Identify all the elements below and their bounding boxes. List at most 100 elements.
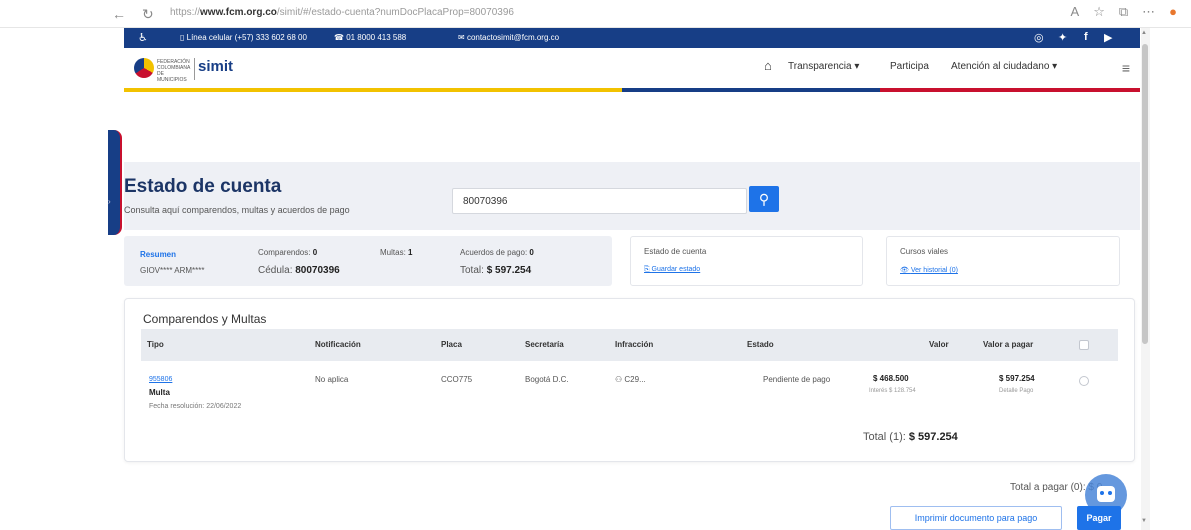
- scroll-up-icon[interactable]: ▲: [1141, 30, 1147, 36]
- browser-toolbar: ← ↻ https://www.fcm.org.co/simit/#/estad…: [0, 0, 1191, 28]
- estado-card: Estado de cuenta ⎘ Guardar estado: [630, 236, 863, 286]
- accessibility-icon[interactable]: ♿: [138, 31, 148, 44]
- table-total: Total (1): $ 597.254: [863, 431, 958, 443]
- th-estado[interactable]: Estado: [747, 340, 774, 349]
- phone-mobile[interactable]: ▯ Línea celular (+57) 333 602 68 00: [180, 33, 307, 42]
- scroll-down-icon[interactable]: ▼: [1141, 518, 1147, 524]
- ver-historial-link[interactable]: 👁 Ver historial (0): [900, 266, 958, 274]
- logo-text: FEDERACIÓN COLOMBIANA DE MUNICIPIOS: [157, 59, 191, 83]
- row-notificacion: No aplica: [315, 375, 349, 384]
- summary-name: GIOV**** ARM****: [140, 266, 205, 275]
- row-estado: Pendiente de pago: [763, 375, 831, 384]
- hero-section: Estado de cuenta Consulta aquí comparend…: [124, 162, 1140, 230]
- site-header: FEDERACIÓN COLOMBIANA DE MUNICIPIOS simi…: [124, 48, 1140, 90]
- chatbot-robot-icon: [1097, 486, 1115, 502]
- ver-historial-text: Ver historial (0): [910, 267, 958, 274]
- home-icon[interactable]: ⌂: [764, 58, 772, 73]
- cursos-card: Cursos viales 👁 Ver historial (0): [886, 236, 1120, 286]
- facebook-icon[interactable]: f: [1084, 31, 1088, 43]
- phone-landline[interactable]: ☎ 01 8000 413 588: [334, 33, 406, 42]
- browser-actions: A☆⧉⋯●: [1071, 4, 1177, 20]
- menu-atencion[interactable]: Atención al ciudadano ▾: [951, 61, 1057, 72]
- extension-icon[interactable]: ●: [1169, 4, 1177, 19]
- simit-brand[interactable]: simit: [198, 58, 233, 75]
- row-valor-pagar: $ 597.254: [999, 374, 1035, 383]
- search-button[interactable]: ⚲: [749, 186, 779, 212]
- estado-card-title: Estado de cuenta: [644, 247, 707, 256]
- email-link[interactable]: ✉ contactosimit@fcm.org.co: [458, 33, 559, 42]
- menu-transparencia[interactable]: Transparencia ▾: [788, 61, 859, 72]
- refresh-icon[interactable]: ↻: [142, 6, 154, 23]
- table-total-label: Total (1):: [863, 431, 906, 443]
- side-tab-arrow-icon: ›: [108, 197, 111, 206]
- flag-stripe-yellow: [124, 88, 622, 92]
- cedula-value: 80070396: [295, 265, 340, 276]
- page-subtitle: Consulta aquí comparendos, multas y acue…: [124, 205, 350, 215]
- row-checkbox[interactable]: [1079, 376, 1089, 386]
- collections-icon[interactable]: ⧉: [1119, 4, 1142, 19]
- row-infraccion[interactable]: ⚇ C29...: [615, 375, 646, 384]
- table-title: Comparendos y Multas: [143, 312, 267, 326]
- back-icon[interactable]: ←: [112, 6, 126, 22]
- row-infraccion-code: C29...: [624, 375, 646, 384]
- row-placa: CCO775: [441, 375, 473, 384]
- more-icon[interactable]: ⋯: [1142, 4, 1169, 19]
- page-title: Estado de cuenta: [124, 176, 282, 197]
- th-valor[interactable]: Valor: [929, 340, 949, 349]
- youtube-icon[interactable]: ▶: [1104, 31, 1112, 44]
- phone-mobile-text: Línea celular (+57) 333 602 68 00: [186, 33, 307, 42]
- th-infraccion[interactable]: Infracción: [615, 340, 653, 349]
- url-path: /simit/#/estado-cuenta?numDocPlacaProp=8…: [276, 7, 514, 18]
- flag-stripe-blue: [622, 88, 880, 92]
- row-secretaria: Bogotá D.C.: [525, 375, 569, 384]
- row-interes: Interés $ 128.754: [869, 388, 916, 394]
- row-tipo: Multa: [149, 388, 170, 397]
- multas-count: 1: [408, 248, 413, 257]
- cursos-card-title: Cursos viales: [900, 247, 949, 256]
- select-all-checkbox[interactable]: [1079, 340, 1089, 350]
- search-input[interactable]: 80070396: [452, 188, 747, 214]
- flag-stripe-red: [880, 88, 1140, 92]
- th-tipo[interactable]: Tipo: [147, 340, 164, 349]
- summary-label: Resumen: [140, 250, 177, 259]
- row-fecha: Fecha resolución: 22/06/2022: [149, 403, 242, 410]
- guardar-estado-link[interactable]: ⎘ Guardar estado: [644, 266, 700, 274]
- table-header: Tipo Notificación Placa Secretaría Infra…: [141, 329, 1118, 361]
- logo-divider: [194, 58, 195, 80]
- email-text: contactosimit@fcm.org.co: [466, 33, 560, 42]
- summary-total-value: $ 597.254: [486, 265, 532, 276]
- print-document-button[interactable]: Imprimir documento para pago: [890, 506, 1062, 530]
- summary-card: Resumen GIOV**** ARM**** Comparendos: 0 …: [124, 236, 612, 286]
- instagram-icon[interactable]: ◎: [1034, 31, 1044, 44]
- comparendos-label: Comparendos:: [258, 248, 311, 257]
- fcm-logo-icon[interactable]: [134, 58, 154, 78]
- acuerdos-label: Acuerdos de pago:: [460, 248, 528, 257]
- row-detalle-pago[interactable]: Detalle Pago: [999, 388, 1033, 394]
- total-label: Total:: [460, 265, 484, 276]
- address-bar[interactable]: https://www.fcm.org.co/simit/#/estado-cu…: [170, 4, 990, 22]
- scrollbar-thumb[interactable]: [1142, 44, 1148, 344]
- th-secretaria[interactable]: Secretaría: [525, 340, 564, 349]
- favorite-icon[interactable]: ☆: [1093, 4, 1119, 19]
- th-notificacion[interactable]: Notificación: [315, 340, 361, 349]
- url-host: www.fcm.org.co: [200, 7, 277, 18]
- multas-label: Multas:: [380, 248, 406, 257]
- menu-participa[interactable]: Participa: [890, 61, 929, 72]
- twitter-icon[interactable]: ✦: [1058, 31, 1067, 44]
- row-valor: $ 468.500: [873, 374, 909, 383]
- cedula-label: Cédula:: [258, 265, 293, 276]
- url-prefix: https://: [170, 7, 201, 18]
- read-aloud-icon[interactable]: A: [1071, 4, 1094, 19]
- acuerdos-count: 0: [529, 248, 534, 257]
- pay-button[interactable]: Pagar: [1077, 506, 1121, 530]
- phone-landline-text: 01 8000 413 588: [346, 33, 407, 42]
- comparendos-table-card: Comparendos y Multas Tipo Notificación P…: [124, 298, 1135, 462]
- table-total-value: $ 597.254: [908, 431, 958, 443]
- th-placa[interactable]: Placa: [441, 340, 462, 349]
- row-id-link[interactable]: 955806: [149, 376, 172, 383]
- th-valor-a-pagar[interactable]: Valor a pagar: [983, 340, 1033, 349]
- hamburger-menu-icon[interactable]: ≡: [1122, 60, 1130, 76]
- person-icon: ⚇: [615, 375, 623, 384]
- side-accessibility-tab[interactable]: [108, 130, 122, 235]
- guardar-estado-text: Guardar estado: [651, 266, 701, 273]
